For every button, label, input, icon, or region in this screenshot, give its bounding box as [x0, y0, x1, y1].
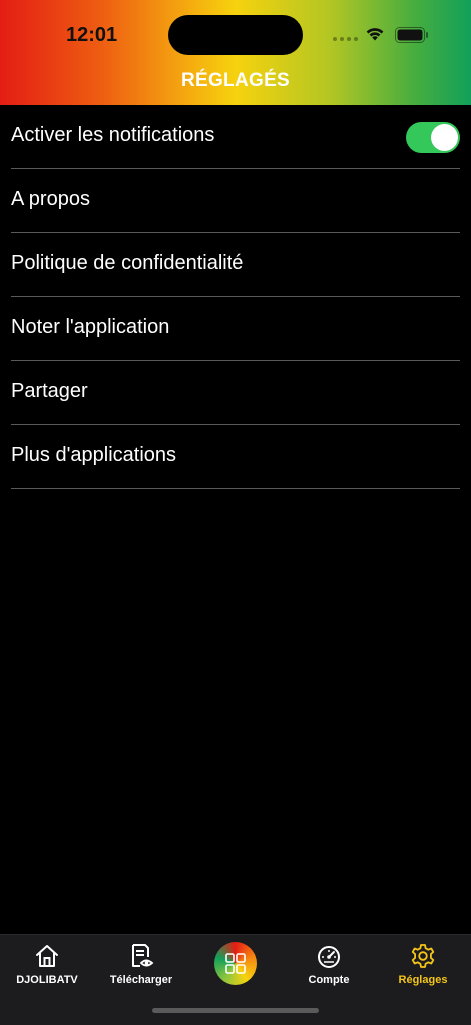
settings-row-notifications: Activer les notifications: [11, 105, 460, 169]
speedometer-icon: [318, 946, 340, 968]
dynamic-island: [168, 15, 303, 55]
notifications-label: Activer les notifications: [11, 124, 215, 146]
settings-row-privacy[interactable]: Politique de confidentialité: [11, 233, 460, 297]
battery-icon: [395, 27, 428, 43]
settings-row-label: A propos: [11, 188, 90, 210]
tab-label: Télécharger: [109, 974, 173, 986]
settings-row-about[interactable]: A propos: [11, 169, 460, 233]
wifi-icon: [366, 28, 384, 41]
settings-row-label: Politique de confidentialité: [11, 252, 244, 274]
status-time: 12:01: [66, 24, 118, 46]
settings-row-share[interactable]: Partager: [11, 361, 460, 425]
home-indicator: [152, 1008, 319, 1013]
page-title: RÉGLAGÉS: [180, 70, 291, 91]
notifications-toggle[interactable]: [406, 122, 460, 153]
gear-icon: [411, 944, 435, 968]
tab-compte[interactable]: Compte: [282, 935, 376, 995]
document-eye-icon: [132, 944, 154, 967]
tab-telecharger[interactable]: Télécharger: [94, 935, 188, 995]
tab-djolibatv[interactable]: DJOLIBATV: [0, 935, 94, 995]
header: 12:01 RÉGLAGÉS: [0, 0, 471, 105]
tab-label: Réglages: [398, 974, 448, 986]
settings-row-label: Noter l'application: [11, 316, 170, 338]
settings-row-more-apps[interactable]: Plus d'applications: [11, 425, 460, 489]
center-grid-button[interactable]: [214, 942, 257, 985]
tab-reglages[interactable]: Réglages: [376, 935, 470, 995]
toggle-knob: [431, 124, 458, 151]
grid-icon: [225, 953, 246, 974]
home-icon: [36, 945, 58, 967]
tab-label: Compte: [308, 974, 350, 986]
tab-label: DJOLIBATV: [16, 974, 78, 986]
cellular-signal-icon: [333, 37, 358, 41]
settings-list: Activer les notifications A propos Polit…: [0, 105, 471, 489]
settings-row-label: Plus d'applications: [11, 444, 177, 466]
settings-row-label: Partager: [11, 380, 88, 402]
settings-row-rate-app[interactable]: Noter l'application: [11, 297, 460, 361]
